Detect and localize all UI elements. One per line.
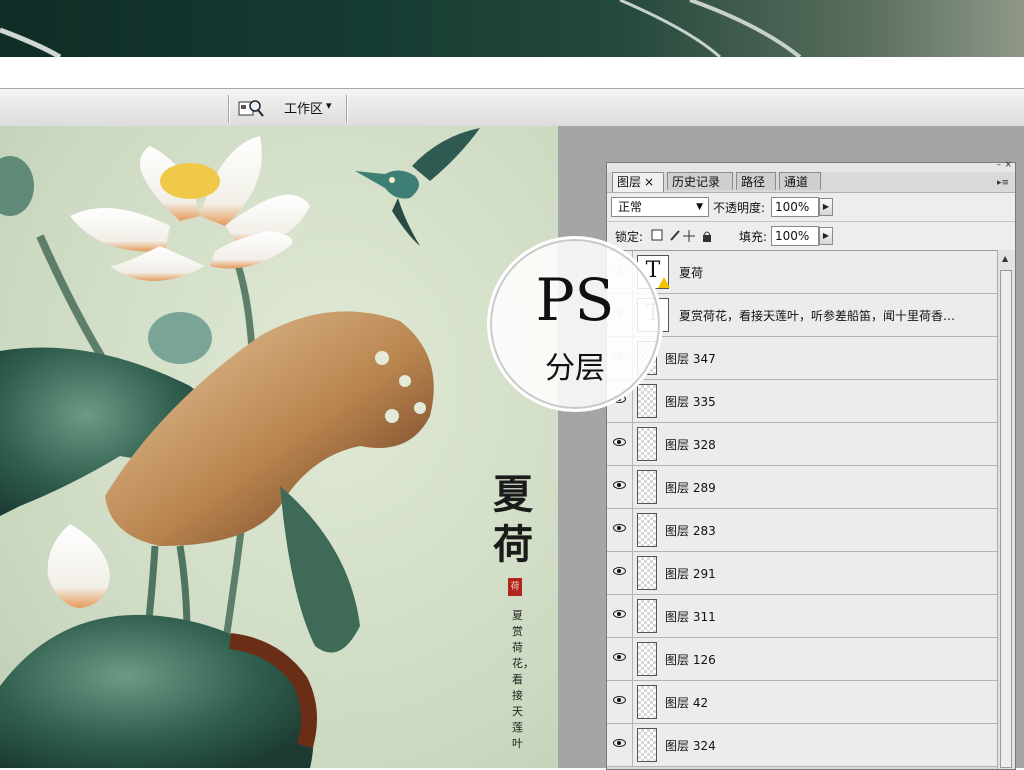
tab-paths[interactable]: 路径 bbox=[736, 172, 776, 190]
layer-name: 图层 283 bbox=[665, 524, 716, 538]
eye-icon bbox=[613, 739, 626, 747]
layer-thumbnail bbox=[637, 599, 657, 633]
layer-row[interactable]: 图层 42 bbox=[607, 681, 997, 724]
layer-name: 夏赏荷花，看接天莲叶，听参差船笛，闻十里荷香… bbox=[679, 309, 956, 323]
banner-decoration bbox=[0, 0, 802, 57]
visibility-toggle[interactable] bbox=[607, 595, 633, 637]
layer-name: 图层 324 bbox=[665, 739, 716, 753]
layer-thumbnail bbox=[637, 642, 657, 676]
layer-thumbnail bbox=[637, 384, 657, 418]
visibility-toggle[interactable] bbox=[607, 466, 633, 508]
layer-thumbnail bbox=[637, 685, 657, 719]
layer-name: 图层 126 bbox=[665, 653, 716, 667]
tab-close-icon[interactable]: × bbox=[644, 175, 654, 189]
layer-row[interactable]: 图层 335 bbox=[607, 380, 997, 423]
blend-row: 正常 ▼ 不透明度: 100% ▶ bbox=[607, 192, 1015, 221]
visibility-toggle[interactable] bbox=[607, 552, 633, 594]
layer-name: 图层 289 bbox=[665, 481, 716, 495]
eye-icon bbox=[613, 438, 626, 446]
ps-layered-badge: PS 分层 bbox=[487, 236, 663, 412]
layer-row[interactable]: 图层 328 bbox=[607, 423, 997, 466]
document-canvas[interactable] bbox=[0, 126, 558, 768]
chevron-down-icon: ▼ bbox=[696, 202, 703, 212]
layer-row[interactable]: T 夏赏荷花，看接天莲叶，听参差船笛，闻十里荷香… bbox=[607, 294, 997, 337]
close-icon[interactable]: × bbox=[1004, 160, 1012, 170]
badge-title: PS bbox=[535, 266, 615, 334]
layer-thumbnail bbox=[637, 556, 657, 590]
panel-menu-icon[interactable]: ▸≡ bbox=[997, 178, 1009, 188]
layer-thumbnail bbox=[637, 470, 657, 504]
layer-row[interactable]: 图层 347 bbox=[607, 337, 997, 380]
layer-thumbnail bbox=[637, 513, 657, 547]
options-bar bbox=[0, 88, 1024, 128]
blend-mode-select[interactable]: 正常 ▼ bbox=[611, 197, 709, 217]
layer-name: 夏荷 bbox=[679, 266, 704, 280]
layer-row[interactable]: 图层 126 bbox=[607, 638, 997, 681]
layer-row[interactable]: T 夏荷 bbox=[607, 251, 997, 294]
lock-options-icons[interactable] bbox=[651, 229, 717, 243]
artwork-poem: 夏赏荷花，看接天莲叶 bbox=[512, 609, 534, 750]
layer-name: 图层 347 bbox=[665, 352, 716, 366]
layer-name: 图层 335 bbox=[665, 395, 716, 409]
layer-thumbnail bbox=[637, 427, 657, 461]
layer-list: T 夏荷 T 夏赏荷花，看接天莲叶，听参差船笛，闻十里荷香… 图层 347 图层… bbox=[607, 250, 997, 770]
opacity-slider-button[interactable]: ▶ bbox=[819, 198, 833, 216]
fill-label: 填充: bbox=[739, 230, 768, 244]
eye-icon bbox=[613, 567, 626, 575]
layer-name: 图层 42 bbox=[665, 696, 709, 710]
workspace-icon[interactable] bbox=[238, 97, 264, 119]
scroll-up-icon[interactable]: ▲ bbox=[1002, 254, 1008, 263]
visibility-toggle[interactable] bbox=[607, 681, 633, 723]
top-banner-image bbox=[0, 0, 1024, 57]
layer-row[interactable]: 图层 311 bbox=[607, 595, 997, 638]
eye-icon bbox=[613, 481, 626, 489]
badge-subtitle: 分层 bbox=[545, 351, 605, 386]
toolbar-separator bbox=[228, 95, 230, 123]
visibility-toggle[interactable] bbox=[607, 638, 633, 680]
opacity-input[interactable]: 100% bbox=[771, 197, 819, 217]
layer-thumbnail bbox=[637, 728, 657, 762]
lotus-flower bbox=[70, 136, 310, 281]
kingfisher-bird bbox=[355, 128, 480, 246]
layer-name: 图层 291 bbox=[665, 567, 716, 581]
eye-icon bbox=[613, 653, 626, 661]
layers-scrollbar[interactable]: ▲ bbox=[997, 250, 1015, 769]
layer-row[interactable]: 图层 324 bbox=[607, 724, 997, 767]
visibility-toggle[interactable] bbox=[607, 509, 633, 551]
toolbar-separator bbox=[346, 95, 348, 123]
lotus-painting bbox=[0, 128, 480, 768]
fill-input[interactable]: 100% bbox=[771, 226, 819, 246]
chevron-down-icon[interactable]: ▾ bbox=[326, 99, 332, 112]
tab-channels[interactable]: 通道 bbox=[779, 172, 821, 190]
eye-icon bbox=[613, 610, 626, 618]
fill-slider-button[interactable]: ▶ bbox=[819, 227, 833, 245]
workspace-menu-label[interactable]: 工作区 bbox=[284, 98, 323, 117]
red-seal-stamp: 荷 bbox=[508, 578, 522, 596]
visibility-toggle[interactable] bbox=[607, 724, 633, 766]
scrollbar-thumb[interactable] bbox=[1000, 270, 1012, 768]
artwork-title: 夏荷 bbox=[493, 471, 533, 568]
tab-layers[interactable]: 图层 × bbox=[612, 172, 664, 192]
layer-row[interactable]: 图层 283 bbox=[607, 509, 997, 552]
eye-icon bbox=[613, 696, 626, 704]
layer-row[interactable]: 图层 289 bbox=[607, 466, 997, 509]
opacity-label: 不透明度: bbox=[713, 201, 766, 215]
lock-row: 锁定: 填充: 100% ▶ bbox=[607, 221, 1015, 250]
layers-panel: – × 图层 × 历史记录 路径 通道 ▸≡ 正常 ▼ 不透明度: 100% ▶ … bbox=[606, 160, 1016, 770]
tab-history[interactable]: 历史记录 bbox=[667, 172, 733, 190]
layer-name: 图层 311 bbox=[665, 610, 716, 624]
lock-label: 锁定: bbox=[615, 230, 644, 244]
visibility-toggle[interactable] bbox=[607, 423, 633, 465]
eye-icon bbox=[613, 524, 626, 532]
layer-name: 图层 328 bbox=[665, 438, 716, 452]
minimize-icon[interactable]: – bbox=[997, 160, 1002, 170]
panel-title-strip: – × bbox=[607, 160, 1015, 172]
layer-row[interactable]: 图层 291 bbox=[607, 552, 997, 595]
